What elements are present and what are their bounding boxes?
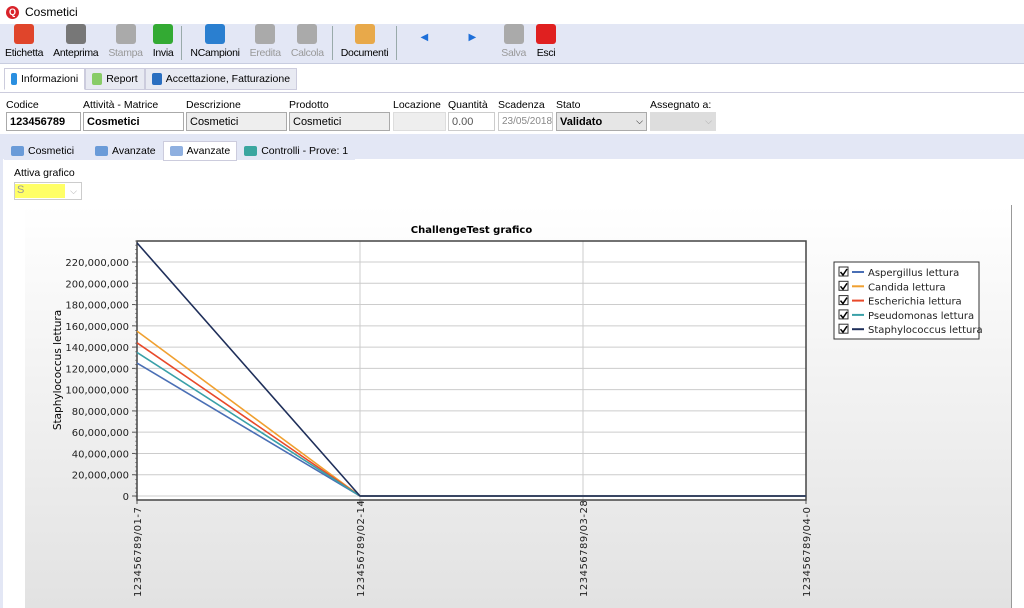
x-tick-label: 123456789/02-14	[356, 500, 367, 597]
y-tick-label: 20,000,000	[72, 471, 129, 482]
y-tick-label: 80,000,000	[72, 407, 129, 418]
y-tick-label: 140,000,000	[65, 343, 129, 354]
y-tick-label: 60,000,000	[72, 428, 129, 439]
y-tick-label: 100,000,000	[65, 386, 129, 397]
legend-label: Escherichia lettura	[868, 297, 962, 308]
line-chart: 0 20,000,000 40,000,000 60,000,000 80,000,00…	[0, 0, 1024, 608]
y-axis-label: Staphylococcus lettura	[52, 310, 64, 430]
y-tick-label: 160,000,000	[65, 322, 129, 333]
legend-label: Candida lettura	[868, 282, 946, 293]
x-tick-label: 123456789/01-7	[133, 507, 144, 597]
y-tick-label: 180,000,000	[65, 301, 129, 312]
legend-label: Aspergillus lettura	[868, 268, 959, 279]
y-tick-label: 40,000,000	[72, 449, 129, 460]
legend-label: Staphylococcus lettura	[868, 325, 983, 336]
legend: Aspergillus lettura Candida lettura Escher…	[834, 262, 983, 339]
plot-area	[137, 241, 806, 500]
y-tick-label: 220,000,000	[65, 258, 129, 269]
y-tick-label: 0	[123, 492, 129, 503]
y-tick-label: 120,000,000	[65, 364, 129, 375]
y-tick-label: 200,000,000	[65, 279, 129, 290]
x-tick-label: 123456789/04-0	[802, 507, 813, 597]
legend-label: Pseudomonas lettura	[868, 311, 974, 322]
x-tick-label: 123456789/03-28	[579, 500, 590, 597]
chart-title: ChallengeTest grafico	[411, 225, 533, 236]
